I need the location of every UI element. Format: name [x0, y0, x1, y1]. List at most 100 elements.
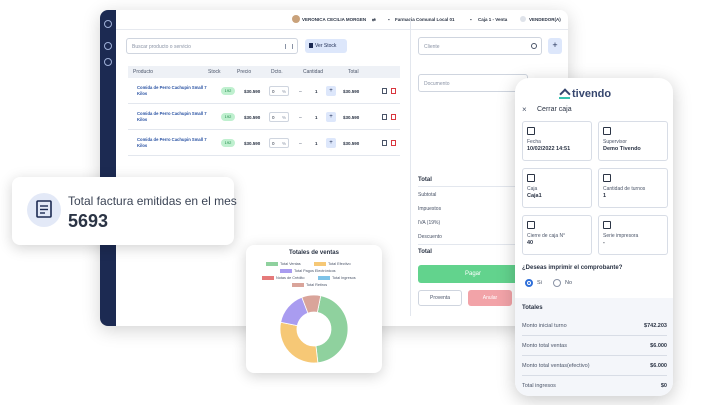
row-total: $30.590 [343, 141, 360, 146]
store-icon: ▪ [388, 17, 390, 22]
phone-close-register: tivendo × Cerrar caja Fecha 10/02/2022 14… [515, 78, 673, 396]
tile-label: Supervisor [603, 139, 627, 145]
trash-icon[interactable] [391, 140, 396, 146]
info-tile: Supervisor Demo Tivendo [598, 121, 668, 161]
percent-icon: % [281, 141, 286, 146]
product-search-input[interactable]: Buscar producto o servicio [126, 38, 298, 54]
cancel-sale-button[interactable]: Anular [468, 290, 512, 306]
barcode-icon[interactable] [285, 44, 293, 49]
legend-label: Total Ventas [280, 262, 301, 266]
increase-button[interactable]: + [326, 112, 336, 122]
legend-entry[interactable]: Total Efectivo [314, 262, 351, 266]
search-placeholder: Buscar producto o servicio [132, 44, 191, 50]
print-no-label: No [565, 280, 573, 286]
legend-label: Total Ingresos [332, 276, 356, 280]
decrease-button[interactable]: – [299, 115, 302, 121]
store-name[interactable]: Farmacia Comunal Local 01 [395, 17, 455, 22]
close-icon[interactable]: × [522, 105, 527, 114]
legend-entry[interactable]: Total Retiros [292, 283, 327, 287]
divider [522, 375, 667, 376]
sales-chart-card: Totales de ventas Total Ventas Total Efec… [246, 245, 382, 373]
discount-value: 0 [272, 115, 275, 120]
tile-label: Cierre de caja N° [527, 233, 566, 239]
proventa-button[interactable]: Proventa [418, 290, 462, 306]
increase-button[interactable]: + [326, 86, 336, 96]
role-icon [520, 16, 526, 22]
pay-button[interactable]: Pagar [418, 265, 528, 283]
trash-icon[interactable] [391, 88, 396, 94]
grand-total-label: Total [418, 249, 432, 255]
invoices-card: Total factura emitidas en el mes 5693 [12, 177, 237, 245]
total-value: $742.203 [644, 323, 667, 329]
legend-entry[interactable]: Notas de Crédito [262, 276, 305, 280]
discount-input[interactable]: 0% [269, 86, 289, 96]
tile-icon [603, 221, 611, 229]
print-no-radio[interactable] [553, 279, 561, 287]
legend-swatch [314, 262, 326, 266]
donut-slice[interactable] [315, 295, 349, 364]
search-icon[interactable] [531, 43, 537, 49]
dollar-icon[interactable] [104, 58, 112, 66]
tile-icon [603, 127, 611, 135]
note-icon[interactable] [382, 140, 387, 146]
quantity: 1 [315, 141, 318, 146]
total-row: Monto total ventas $6.000 [522, 343, 667, 349]
stock-button[interactable]: Ver Stock [305, 39, 347, 53]
legend-entry[interactable]: Total Ingresos [318, 276, 356, 280]
total-value: $0 [660, 383, 667, 389]
decrease-button[interactable]: – [299, 141, 302, 147]
increase-button[interactable]: + [326, 138, 336, 148]
tile-icon [527, 127, 535, 135]
note-icon[interactable] [382, 114, 387, 120]
legend-swatch [292, 283, 304, 287]
table-header: Producto Stock Precio Dcto. Cantidad Tot… [128, 66, 400, 78]
note-icon[interactable] [382, 88, 387, 94]
tivendo-logo-icon [559, 90, 570, 99]
discount-value: 0 [272, 141, 275, 146]
discount-label: Descuento [418, 234, 442, 240]
total-value: $6.000 [650, 343, 667, 349]
tile-value: Caja1 [527, 193, 542, 199]
trash-icon[interactable] [391, 114, 396, 120]
tile-value: 10/02/2022 14:51 [527, 146, 571, 152]
client-search-input[interactable]: Cliente [418, 37, 542, 55]
table-row: Comida de Perro Cachupin Small 7 Kilos 19… [128, 106, 400, 130]
total-row: Total ingresos $0 [522, 383, 667, 389]
col-product: Producto [133, 69, 154, 75]
legend-entry[interactable]: Total Pagos Electrónicos [280, 269, 336, 273]
discount-input[interactable]: 0% [269, 138, 289, 148]
stock-badge: 192 [221, 139, 235, 147]
document-select[interactable]: Documento [418, 74, 528, 92]
row-total: $30.590 [343, 89, 360, 94]
col-stock: Stock [208, 69, 221, 75]
product-name[interactable]: Comida de Perro Cachupin Small 7 Kilos [137, 137, 217, 149]
legend-swatch [262, 276, 274, 280]
subtotal-label: Subtotal [418, 192, 437, 198]
discount-input[interactable]: 0% [269, 112, 289, 122]
legend-label: Notas de Crédito [276, 276, 305, 280]
print-yes-radio[interactable] [525, 279, 533, 287]
user-name[interactable]: VERONICA CECILIA MORGEN [302, 17, 366, 22]
product-name[interactable]: Comida de Perro Cachupin Small 7 Kilos [137, 111, 217, 123]
swap-icon[interactable]: ⇄ [372, 17, 376, 23]
chart-title: Totales de ventas [289, 250, 339, 256]
info-tile: Caja Caja1 [522, 168, 592, 208]
product-name[interactable]: Comida de Perro Cachupin Small 7 Kilos [137, 85, 217, 97]
menu-icon[interactable] [104, 20, 112, 28]
add-client-button[interactable]: + [548, 38, 562, 54]
panel-divider [410, 20, 411, 316]
legend-entry[interactable]: Total Ventas [266, 262, 301, 266]
register-icon: ▪ [470, 17, 472, 22]
register-name[interactable]: Caja 1 - Venta [478, 17, 507, 22]
divider [522, 335, 667, 336]
tile-value: 40 [527, 240, 534, 246]
total-row: Monto total ventas(efectivo) $6.000 [522, 363, 667, 369]
tile-label: Fecha [527, 139, 541, 145]
total-value: $6.000 [650, 363, 667, 369]
donut-slice[interactable] [279, 321, 319, 364]
tile-value: Demo Tivendo [603, 146, 641, 152]
row-total: $30.590 [343, 115, 360, 120]
decrease-button[interactable]: – [299, 89, 302, 95]
info-tile: Cantidad de turnos 1 [598, 168, 668, 208]
clock-icon[interactable] [104, 42, 112, 50]
